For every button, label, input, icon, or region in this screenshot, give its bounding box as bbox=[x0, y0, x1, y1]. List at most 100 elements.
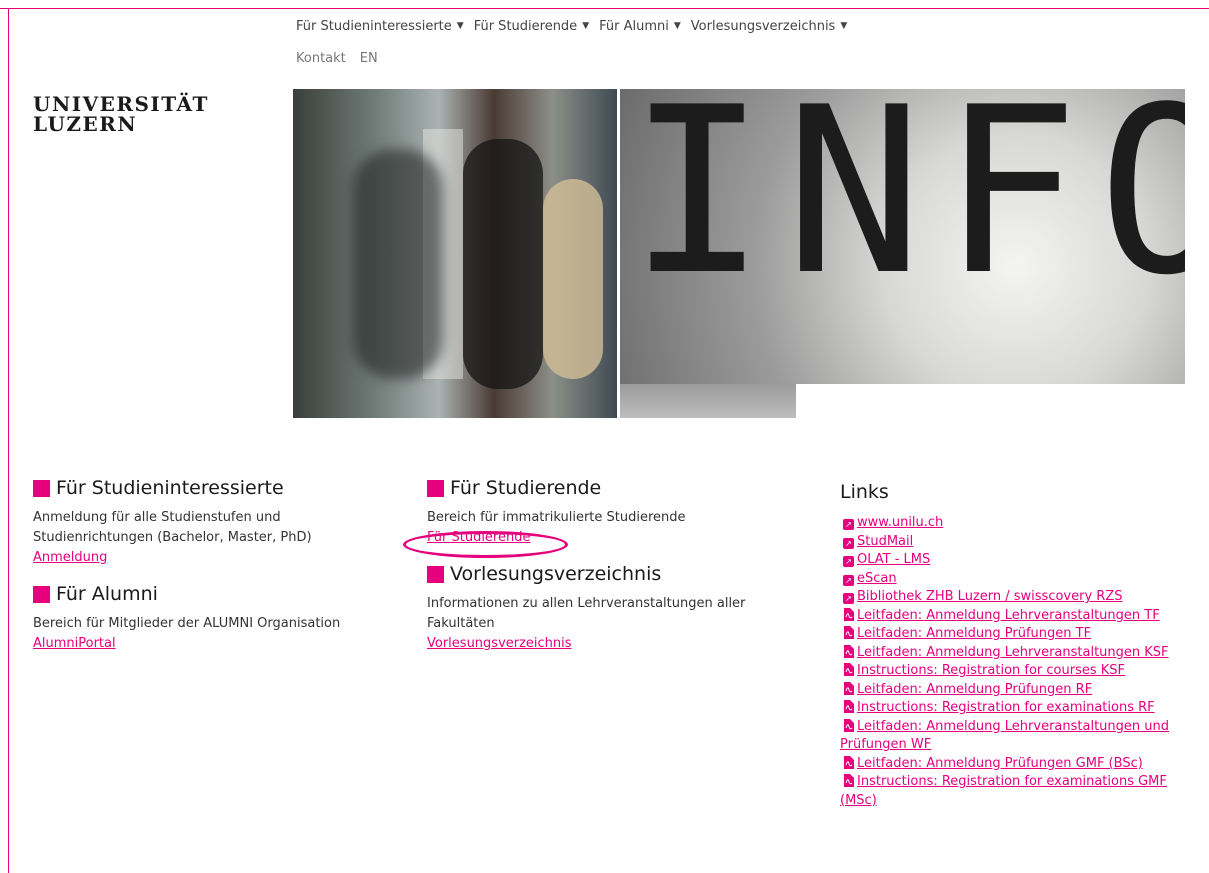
photo-shape bbox=[353, 149, 443, 379]
link-item[interactable]: ↗ Bibliothek ZHB Luzern / swisscovery RZS bbox=[840, 588, 1190, 607]
section-title-text: Vorlesungsverzeichnis bbox=[450, 563, 662, 585]
nav-item-studieninteressierte[interactable]: Für Studieninteressierte ▼ bbox=[296, 19, 464, 34]
language-switch-en[interactable]: EN bbox=[360, 51, 378, 66]
square-bullet-icon bbox=[427, 565, 444, 583]
column-left: Für Studieninteressierte Anmeldung für a… bbox=[33, 476, 373, 668]
photo-shape bbox=[463, 139, 543, 389]
secondary-nav: Kontakt EN bbox=[296, 47, 857, 69]
external-link-icon: ↗ bbox=[843, 574, 854, 586]
caret-down-icon: ▼ bbox=[456, 21, 464, 31]
link-label: Bibliothek ZHB Luzern / swisscovery RZS bbox=[857, 589, 1123, 604]
pdf-icon bbox=[844, 755, 854, 769]
link-label: StudMail bbox=[857, 533, 914, 549]
caret-down-icon: ▼ bbox=[673, 21, 681, 31]
link-label: Leitfaden: Anmeldung Lehrveranstaltungen… bbox=[857, 607, 1160, 623]
frame-top-border bbox=[0, 8, 1209, 9]
external-link-icon: ↗ bbox=[843, 593, 854, 604]
square-bullet-icon bbox=[427, 479, 444, 497]
links-list: ↗ www.unilu.ch ↗ StudMail ↗ OLAT - LMS ↗ eScan ↗… bbox=[840, 514, 1190, 810]
link-label: Leitfaden: Anmeldung Prüfungen TF bbox=[857, 626, 1092, 641]
section-title-text: Für Studierende bbox=[450, 477, 602, 499]
link-item[interactable]: ↗ www.unilu.ch bbox=[840, 514, 1190, 533]
link-item[interactable]: Leitfaden: Anmeldung Lehrveranstaltungen… bbox=[840, 718, 1190, 755]
section-title: Vorlesungsverzeichnis bbox=[427, 562, 787, 586]
link-label: Instructions: Registration for courses K… bbox=[857, 663, 1126, 678]
section-description: Bereich für immatrikulierte Studierende bbox=[427, 510, 686, 525]
hero-photo-info-sign: INFO bbox=[620, 89, 1185, 384]
hero-white-block bbox=[796, 384, 1185, 418]
pdf-icon bbox=[844, 718, 854, 732]
section-title: Für Studieninteressierte bbox=[33, 476, 373, 500]
pdf-icon bbox=[844, 626, 854, 639]
links-title: Links bbox=[840, 481, 889, 503]
pdf-icon bbox=[844, 607, 854, 621]
link-label: www.unilu.ch bbox=[857, 515, 944, 530]
hero-photo-students bbox=[293, 89, 617, 418]
anmeldung-link[interactable]: Anmeldung bbox=[33, 548, 107, 568]
pdf-icon bbox=[844, 774, 854, 787]
vorlesungsverzeichnis-link[interactable]: Vorlesungsverzeichnis bbox=[427, 634, 572, 654]
link-item[interactable]: Leitfaden: Anmeldung Prüfungen GMF (BSc) bbox=[840, 755, 1190, 774]
link-label: Instructions: Registration for examinati… bbox=[840, 774, 1167, 808]
section-vorlesungsverzeichnis: Vorlesungsverzeichnis Informationen zu a… bbox=[427, 562, 787, 654]
column-middle: Für Studierende Bereich für immatrikulie… bbox=[427, 476, 787, 668]
link-label: Instructions: Registration for examinati… bbox=[857, 700, 1155, 715]
nav-item-vorlesungsverzeichnis[interactable]: Vorlesungsverzeichnis ▼ bbox=[691, 19, 847, 34]
section-description: Informationen zu allen Lehrveranstaltung… bbox=[427, 596, 746, 631]
square-bullet-icon bbox=[33, 585, 50, 603]
pdf-icon bbox=[844, 663, 854, 676]
primary-nav: Für Studieninteressierte ▼ Für Studierend… bbox=[296, 15, 857, 37]
external-link-icon: ↗ bbox=[843, 556, 854, 567]
university-logo[interactable]: UNIVERSITÄT LUZERN bbox=[33, 94, 209, 134]
section-title-text: Für Alumni bbox=[56, 583, 158, 605]
link-item[interactable]: Leitfaden: Anmeldung Prüfungen RF bbox=[840, 681, 1190, 700]
frame-left-border bbox=[8, 8, 9, 873]
square-bullet-icon bbox=[33, 479, 50, 497]
link-label: Leitfaden: Anmeldung Prüfungen GMF (BSc) bbox=[857, 755, 1143, 771]
link-item[interactable]: Instructions: Registration for courses K… bbox=[840, 662, 1190, 681]
link-label: OLAT - LMS bbox=[857, 552, 931, 567]
hero-image: INFO bbox=[293, 89, 1185, 418]
link-item[interactable]: Instructions: Registration for examinati… bbox=[840, 699, 1190, 718]
pdf-icon bbox=[844, 644, 854, 658]
nav-item-label: Vorlesungsverzeichnis bbox=[690, 18, 836, 34]
nav-item-studierende[interactable]: Für Studierende ▼ bbox=[474, 19, 589, 34]
external-link-icon: ↗ bbox=[843, 519, 854, 530]
link-item[interactable]: Leitfaden: Anmeldung Prüfungen TF bbox=[840, 625, 1190, 644]
section-title: Für Alumni bbox=[33, 582, 373, 606]
alumniportal-link[interactable]: AlumniPortal bbox=[33, 634, 116, 654]
nav-item-label: Für Alumni bbox=[599, 18, 669, 34]
caret-down-icon: ▼ bbox=[840, 21, 848, 31]
link-item[interactable]: ↗ OLAT - LMS bbox=[840, 551, 1190, 570]
link-label: Leitfaden: Anmeldung Lehrveranstaltungen… bbox=[840, 718, 1169, 753]
section-alumni: Für Alumni Bereich für Mitglieder der AL… bbox=[33, 582, 373, 654]
section-title: Für Studierende bbox=[427, 476, 787, 500]
main-navigation: Für Studieninteressierte ▼ Für Studierend… bbox=[296, 15, 857, 69]
info-sign-letters: INFO bbox=[628, 89, 1185, 326]
nav-item-alumni[interactable]: Für Alumni ▼ bbox=[599, 19, 681, 34]
nav-item-label: Für Studieninteressierte bbox=[296, 18, 452, 34]
link-label: Leitfaden: Anmeldung Lehrveranstaltungen… bbox=[857, 644, 1169, 660]
links-panel: Links ↗ www.unilu.ch ↗ StudMail ↗ OLAT - LMS ↗… bbox=[840, 483, 1190, 810]
caret-down-icon: ▼ bbox=[582, 21, 590, 31]
logo-line-1: UNIVERSITÄT bbox=[33, 92, 209, 116]
link-label: eScan bbox=[857, 570, 897, 586]
annotation-highlight-circle bbox=[403, 531, 568, 558]
section-description: Bereich für Mitglieder der ALUMNI Organi… bbox=[33, 616, 341, 631]
link-item[interactable]: Leitfaden: Anmeldung Lehrveranstaltungen… bbox=[840, 607, 1190, 626]
link-item[interactable]: Leitfaden: Anmeldung Lehrveranstaltungen… bbox=[840, 644, 1190, 663]
section-title-text: Für Studieninteressierte bbox=[56, 477, 284, 499]
link-item[interactable]: ↗ StudMail bbox=[840, 533, 1190, 552]
hero-photo-strip bbox=[620, 384, 796, 418]
section-description: Anmeldung für alle Studienstufen und Stu… bbox=[33, 510, 312, 545]
section-studieninteressierte: Für Studieninteressierte Anmeldung für a… bbox=[33, 476, 373, 568]
pdf-icon bbox=[844, 700, 854, 713]
nav-item-label: Für Studierende bbox=[473, 18, 578, 34]
nav-item-kontakt[interactable]: Kontakt bbox=[296, 51, 346, 66]
link-label: Leitfaden: Anmeldung Prüfungen RF bbox=[857, 681, 1093, 697]
external-link-icon: ↗ bbox=[843, 537, 854, 549]
pdf-icon bbox=[844, 681, 854, 695]
link-item[interactable]: Instructions: Registration for examinati… bbox=[840, 773, 1190, 810]
photo-shape bbox=[543, 179, 603, 379]
link-item[interactable]: ↗ eScan bbox=[840, 570, 1190, 589]
